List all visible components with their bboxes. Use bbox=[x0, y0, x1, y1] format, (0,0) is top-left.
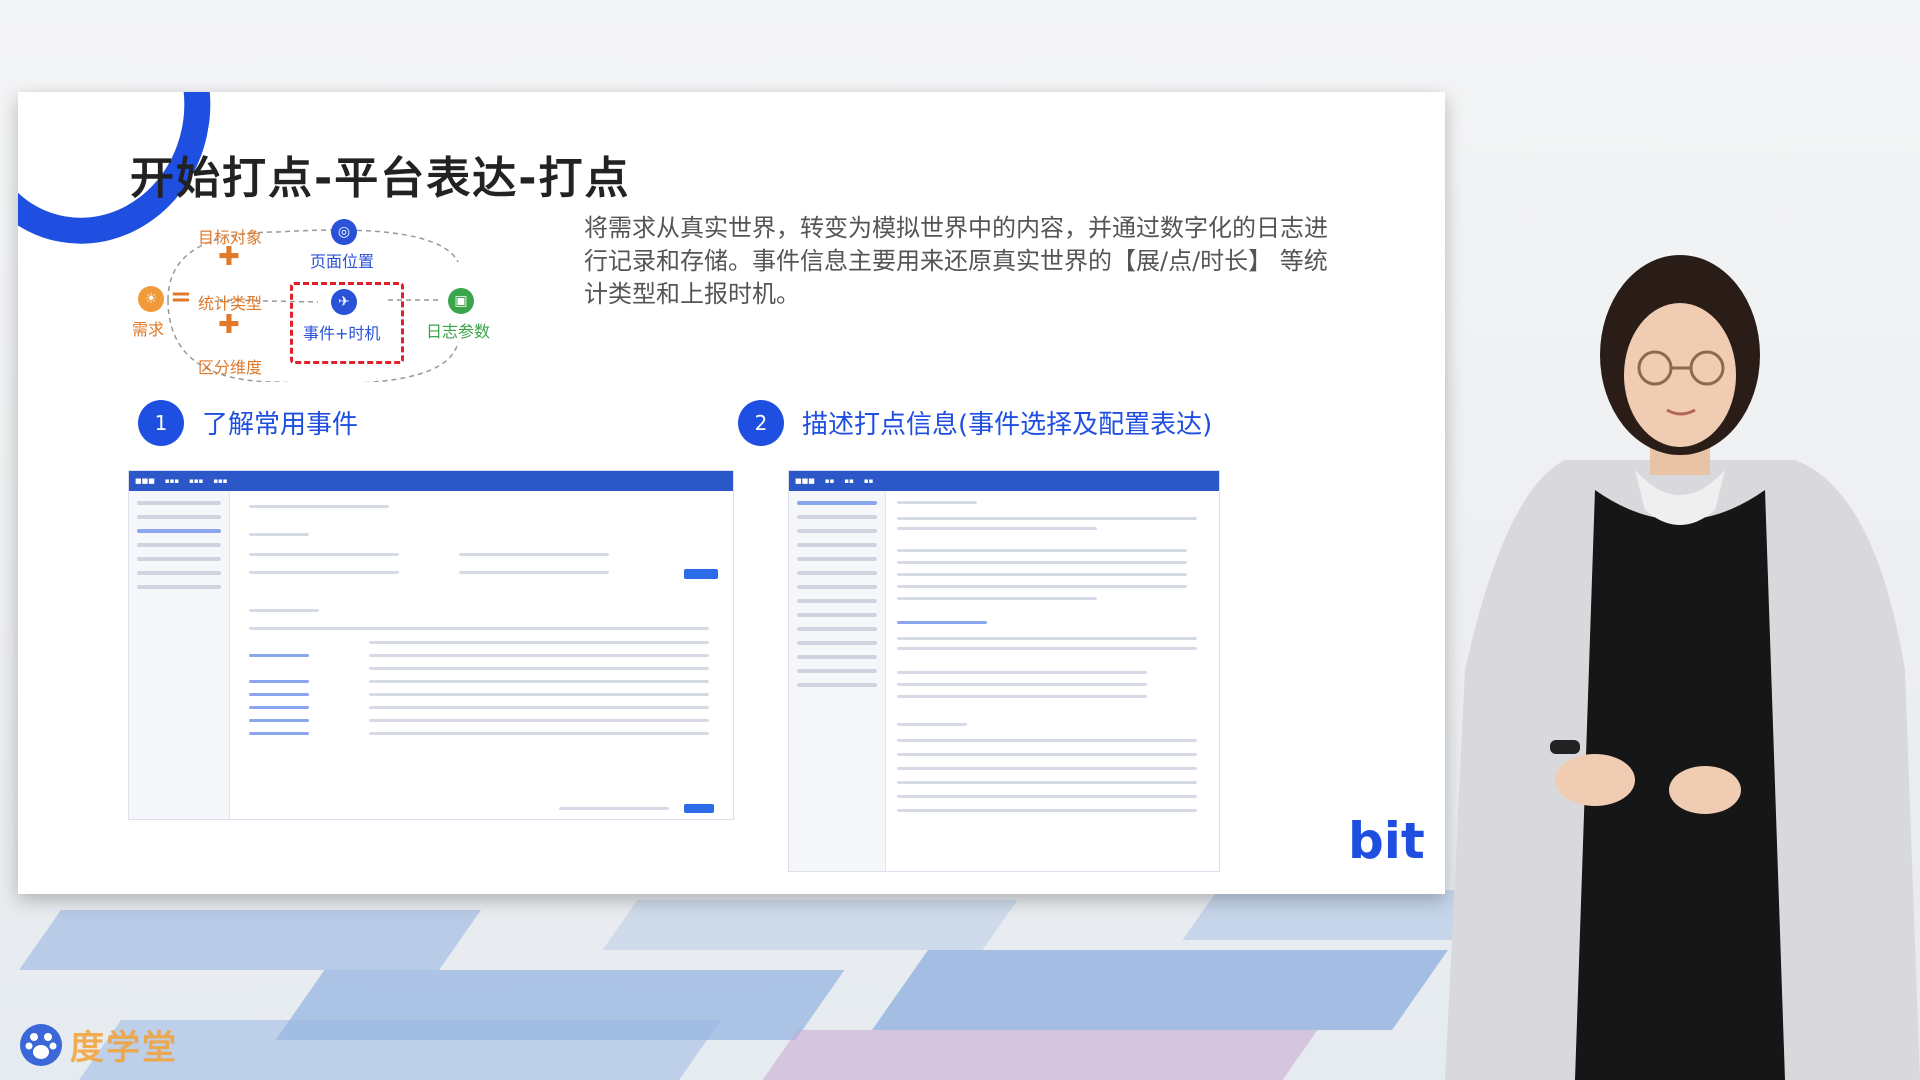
screenshot-sidebar bbox=[789, 491, 886, 871]
slide-description: 将需求从真实世界，转变为模拟世界中的内容，并通过数字化的日志进行记录和存储。事件… bbox=[584, 214, 1328, 308]
event-list-screenshot: ■■■ ▪▪▪ ▪▪▪ ▪▪▪ bbox=[128, 470, 734, 820]
dimension-label: 区分维度 bbox=[198, 358, 263, 377]
page-position-icon: ◎ bbox=[331, 219, 357, 245]
event-timing-label: 事件+时机 bbox=[303, 324, 381, 343]
event-timing-icon: ✈ bbox=[331, 289, 357, 315]
step-1-badge: 1 bbox=[138, 400, 184, 446]
brand-name: 度学堂 bbox=[70, 1028, 178, 1068]
screenshot-topbar: ■■■ ▪▪ ▪▪ ▪▪ bbox=[789, 471, 1219, 491]
page-position-label: 页面位置 bbox=[310, 252, 375, 271]
step-2-badge: 2 bbox=[738, 400, 784, 446]
screenshot-sidebar bbox=[129, 491, 230, 819]
concept-diagram: ☀ 需求 = 目标对象 ✚ 统计类型 ✚ 区分维度 ◎ 页面位置 ✈ 事件+时机… bbox=[18, 92, 538, 382]
plus-icon-1: ✚ bbox=[218, 242, 240, 272]
log-params-label: 日志参数 bbox=[426, 322, 491, 341]
step-2-label: 描述打点信息(事件选择及配置表达) bbox=[802, 410, 1213, 440]
event-config-screenshot: ■■■ ▪▪ ▪▪ ▪▪ bbox=[788, 470, 1220, 872]
demand-icon: ☀ bbox=[138, 286, 164, 312]
presentation-slide: 开始打点-平台表达-打点 ☀ 需求 = 目标对象 ✚ 统计类型 ✚ 区分维度 ◎… bbox=[18, 92, 1445, 894]
brand-watermark: 度学堂 bbox=[18, 1020, 178, 1069]
plus-icon-2: ✚ bbox=[218, 310, 240, 340]
equals-sign: = bbox=[170, 282, 192, 312]
presenter-figure bbox=[1445, 255, 1920, 1080]
demand-label: 需求 bbox=[132, 320, 165, 339]
bit-logo: bit bbox=[1348, 812, 1425, 870]
screenshot-topbar: ■■■ ▪▪▪ ▪▪▪ ▪▪▪ bbox=[129, 471, 733, 491]
step-1-label: 了解常用事件 bbox=[202, 410, 359, 440]
paw-logo-icon bbox=[20, 1023, 62, 1066]
log-params-icon: ▣ bbox=[448, 288, 474, 314]
